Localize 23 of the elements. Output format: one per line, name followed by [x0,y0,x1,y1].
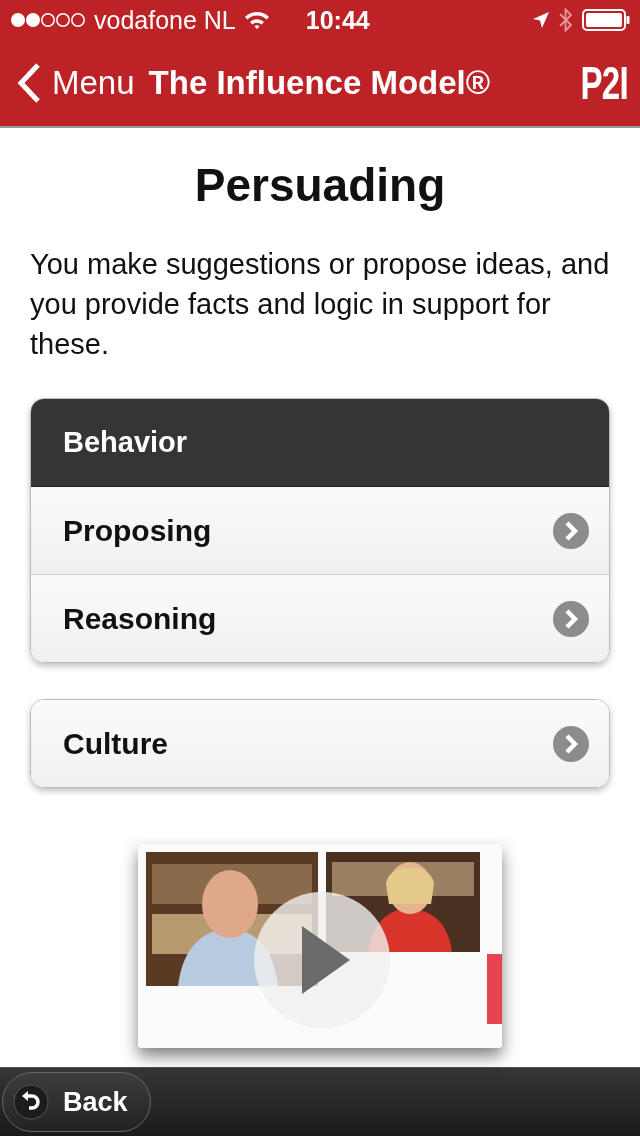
bluetooth-icon [558,7,574,33]
chevron-icon [553,600,589,637]
chevron-icon [553,725,589,762]
page-title: Persuading [194,158,446,212]
signal-icon [10,12,86,28]
back-chevron-icon [16,62,42,104]
play-button[interactable] [254,892,390,1028]
carrier-name: vodafone NL [94,5,236,35]
section-header: Behavior [31,399,609,487]
list-item[interactable]: Proposing [31,487,609,574]
list-item[interactable]: Reasoning [31,574,609,662]
chevron-icon [553,512,589,549]
description-text: You make suggestions or propose ideas, and you provide facts and logic in support for these. [30,247,610,362]
screen-title: The Influence Model® [148,64,491,102]
status-time: 10:44 [305,5,370,35]
list-item[interactable]: Culture [31,700,609,787]
back-button[interactable]: Back [2,1072,151,1132]
menu-back-button[interactable]: Menu [16,62,135,104]
undo-icon [13,1084,49,1120]
location-arrow-icon [532,11,550,29]
wifi-icon [243,10,270,30]
app-logo: P2I [580,56,628,110]
battery-icon [582,9,630,31]
